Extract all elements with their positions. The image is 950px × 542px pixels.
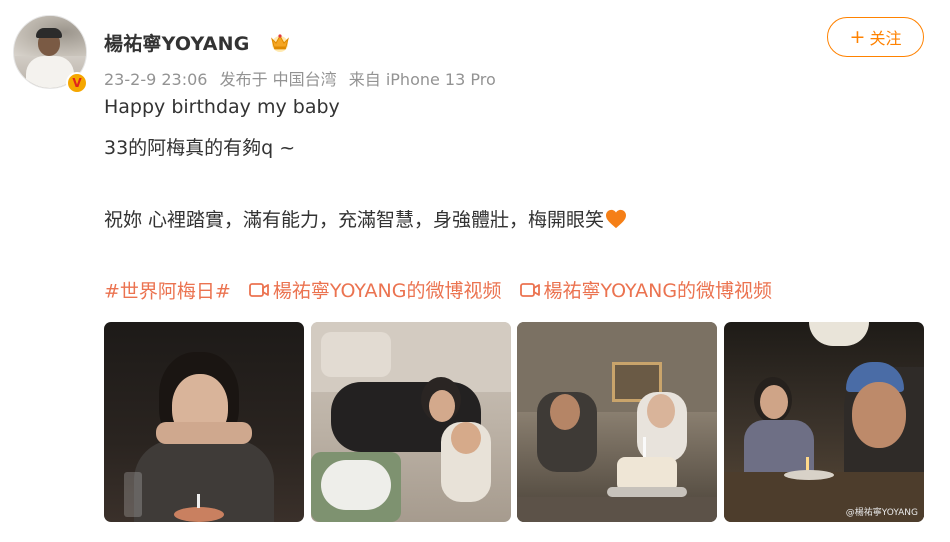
post-links: #世界阿梅日# 楊祐寧YOYANG的微博视频 楊祐寧YOYANG的微博视频 [104,276,772,304]
photo-4[interactable]: @楊祐寧YOYANG [724,322,924,522]
follow-button-label: 关注 [869,29,902,48]
avatar-container[interactable]: V [13,15,91,94]
verified-badge-icon: V [66,72,88,94]
post-datetime[interactable]: 23-2-9 23:06 [104,70,207,89]
plus-icon: + [849,25,866,48]
photo-1[interactable] [104,322,304,522]
post-meta: 23-2-9 23:06 发布于 中国台湾 来自 iPhone 13 Pro [104,66,503,90]
video-link-2[interactable]: 楊祐寧YOYANG的微博视频 [519,276,773,303]
photo-watermark: @楊祐寧YOYANG [845,508,918,518]
orange-heart-icon [606,209,627,229]
post-text-line-1: Happy birthday my baby [104,96,340,118]
hashtag-link[interactable]: #世界阿梅日# [104,281,231,303]
post-location: 发布于 中国台湾 [219,70,337,89]
post-text-line-3-content: 祝妳 心裡踏實，滿有能力，充滿智慧，身強體壯，梅開眼笑 [104,209,605,231]
follow-button[interactable]: + 关注 [827,17,924,57]
post-text-line-3: 祝妳 心裡踏實，滿有能力，充滿智慧，身強體壯，梅開眼笑 [104,205,627,232]
video-link-1[interactable]: 楊祐寧YOYANG的微博视频 [248,276,502,303]
photo-2[interactable] [311,322,511,522]
username[interactable]: 楊祐寧YOYANG [104,29,250,56]
video-link-1-label: 楊祐寧YOYANG的微博视频 [272,280,502,302]
video-camera-icon [519,282,540,297]
crown-icon [271,34,289,52]
video-camera-icon [248,282,269,297]
post-text-line-2: 33的阿梅真的有夠q ~ [104,137,296,159]
photo-3[interactable] [517,322,717,522]
post-source: 来自 iPhone 13 Pro [348,70,496,89]
video-link-2-label: 楊祐寧YOYANG的微博视频 [543,280,773,302]
